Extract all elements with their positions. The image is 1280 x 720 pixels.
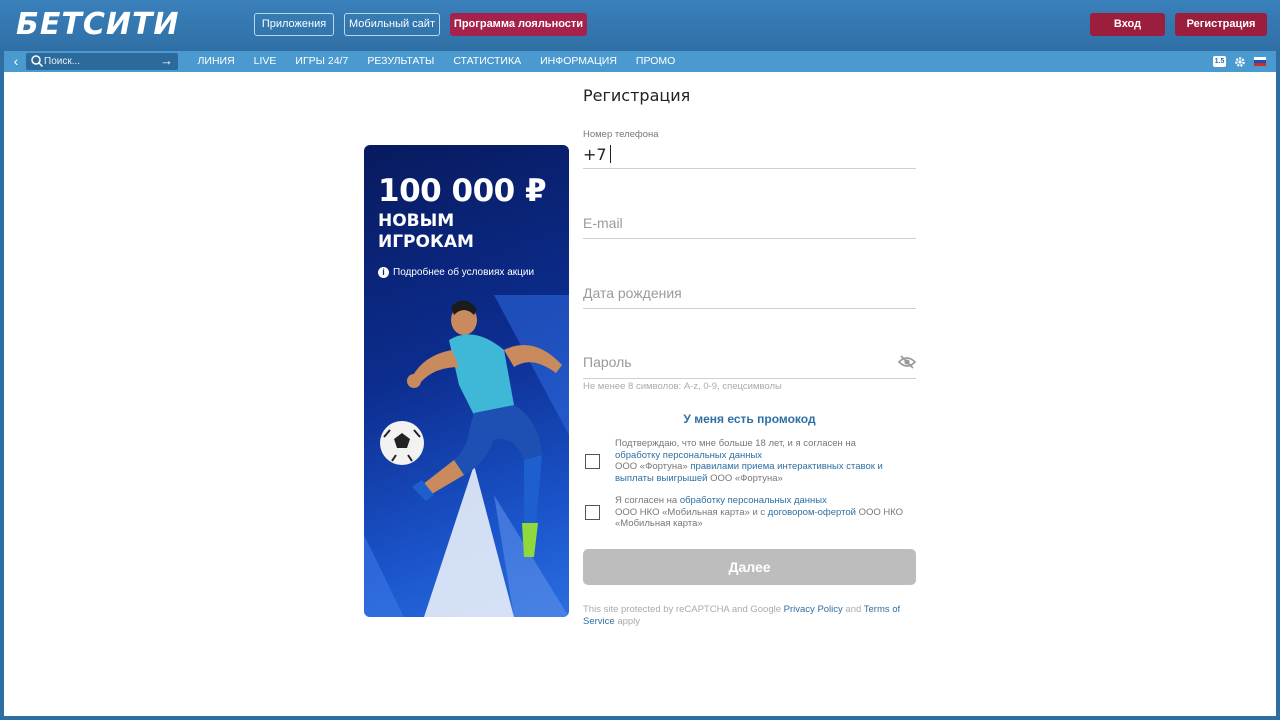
offer-agreement-link[interactable]: договором-офертой — [768, 507, 856, 518]
main-content: 100 000 ₽ НОВЫМ ИГРОКАМ i Подробнее об у… — [4, 72, 1276, 716]
register-button[interactable]: Регистрация — [1175, 13, 1267, 36]
next-button[interactable]: Далее — [583, 549, 916, 585]
age-consent-checkbox[interactable] — [585, 454, 600, 469]
promo-code-link[interactable]: У меня есть промокод — [583, 412, 916, 426]
odds-format-badge[interactable]: 1.5 — [1213, 56, 1226, 67]
nav-item-information[interactable]: ИНФОРМАЦИЯ — [531, 51, 627, 72]
password-field[interactable]: Пароль — [583, 344, 916, 379]
promo-subtitle: НОВЫМ ИГРОКАМ — [378, 211, 558, 253]
nav-item-live[interactable]: LIVE — [244, 51, 286, 72]
password-hint: Не менее 8 символов: A-z, 0-9, спецсимво… — [583, 381, 782, 392]
age-consent-text: Подтверждаю, что мне больше 18 лет, и я … — [615, 438, 915, 484]
info-icon: i — [378, 267, 389, 278]
password-placeholder: Пароль — [583, 354, 632, 370]
nav-menu: ЛИНИЯ LIVE ИГРЫ 24/7 РЕЗУЛЬТАТЫ СТАТИСТИ… — [188, 51, 685, 72]
top-header: БЕТСИТИ Приложения Мобильный сайт Програ… — [0, 0, 1280, 51]
mobile-site-button[interactable]: Мобильный сайт — [344, 13, 440, 36]
personal-data-link-2[interactable]: обработку персональных данных — [680, 495, 827, 506]
recaptcha-text1: This site protected by reCAPTCHA and Goo… — [583, 604, 782, 615]
personal-data-link-1[interactable]: обработку персональных данных — [615, 450, 762, 461]
arrow-right-icon[interactable]: → — [160, 53, 174, 70]
nav-tools: 1.5 — [1213, 55, 1266, 68]
promo-banner[interactable]: 100 000 ₽ НОВЫМ ИГРОКАМ i Подробнее об у… — [364, 145, 569, 617]
recaptcha-notice: This site protected by reCAPTCHA and Goo… — [583, 604, 916, 627]
card-consent-checkbox[interactable] — [585, 505, 600, 520]
email-placeholder: E-mail — [583, 215, 623, 231]
birth-date-placeholder: Дата рождения — [583, 285, 682, 301]
promo-subtitle-line1: НОВЫМ — [378, 211, 455, 231]
phone-value-wrap: +7 — [583, 145, 611, 164]
phone-label: Номер телефона — [583, 129, 659, 140]
phone-field[interactable]: Номер телефона +7 — [583, 129, 916, 169]
gear-icon[interactable] — [1234, 56, 1246, 68]
privacy-policy-link[interactable]: Privacy Policy — [784, 604, 843, 615]
nav-item-games[interactable]: ИГРЫ 24/7 — [286, 51, 358, 72]
phone-value: +7 — [583, 145, 607, 164]
search-input[interactable] — [44, 54, 154, 69]
apps-button[interactable]: Приложения — [254, 13, 334, 36]
promo-terms-text: Подробнее об условиях акции — [393, 267, 535, 278]
consent1-text2: ООО «Фортуна» — [615, 461, 688, 473]
search-box: → — [26, 53, 178, 70]
recaptcha-text3: apply — [617, 615, 641, 627]
text-caret — [609, 145, 611, 163]
chevron-left-icon[interactable]: ‹ — [8, 53, 24, 70]
nav-item-statistics[interactable]: СТАТИСТИКА — [444, 51, 531, 72]
consent2-text1: Я согласен на — [615, 495, 678, 506]
main-nav: ‹ → ЛИНИЯ LIVE ИГРЫ 24/7 РЕЗУЛЬТАТЫ СТАТ… — [4, 51, 1276, 72]
email-field[interactable]: E-mail — [583, 205, 916, 239]
consent1-text3: ООО «Фортуна» — [710, 472, 783, 484]
language-flag-icon[interactable] — [1254, 57, 1266, 66]
card-consent-text: Я согласен на обработку персональных дан… — [615, 495, 915, 530]
search-icon — [31, 55, 44, 68]
promo-terms-link[interactable]: i Подробнее об условиях акции — [378, 267, 534, 278]
page-title: Регистрация — [583, 86, 691, 105]
nav-item-results[interactable]: РЕЗУЛЬТАТЫ — [358, 51, 444, 72]
site-logo[interactable]: БЕТСИТИ — [16, 7, 180, 43]
consent1-text1: Подтверждаю, что мне больше 18 лет, и я … — [615, 438, 856, 449]
promo-amount: 100 000 ₽ — [378, 173, 547, 209]
recaptcha-text2: and — [845, 604, 862, 615]
login-button[interactable]: Вход — [1090, 13, 1165, 36]
consent2-text2: ООО НКО «Мобильная карта» и с — [615, 506, 766, 518]
promo-subtitle-line2: ИГРОКАМ — [378, 232, 474, 252]
nav-item-line[interactable]: ЛИНИЯ — [188, 51, 244, 72]
football-player-illustration — [364, 295, 569, 617]
birth-date-field[interactable]: Дата рождения — [583, 275, 916, 309]
eye-off-icon[interactable] — [898, 355, 916, 369]
nav-item-promo[interactable]: ПРОМО — [626, 51, 684, 72]
loyalty-program-button[interactable]: Программа лояльности — [450, 13, 587, 36]
